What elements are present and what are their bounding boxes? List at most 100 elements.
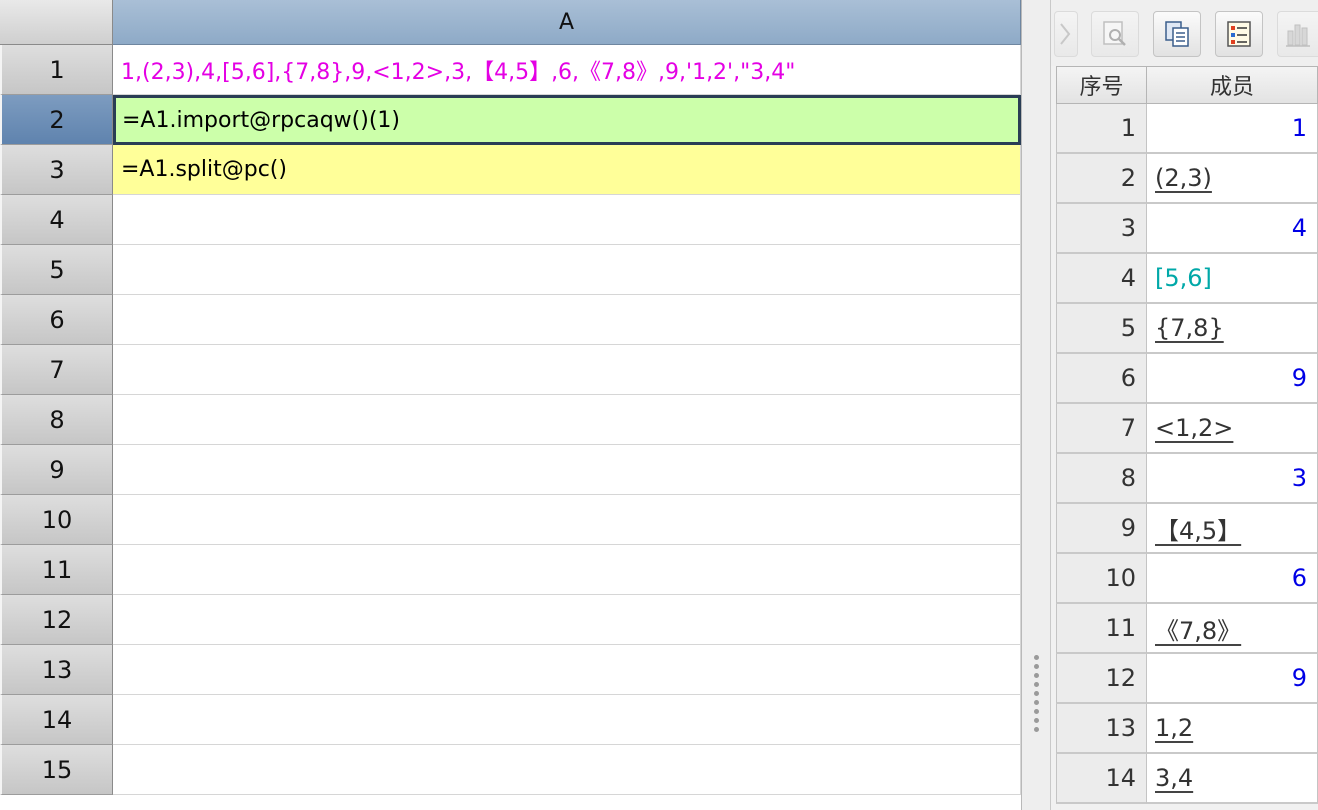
member-row[interactable]: 2 (2,3) <box>1056 154 1318 204</box>
row-header[interactable]: 9 <box>0 445 113 495</box>
grid-row: 6 <box>0 295 1021 345</box>
panel-splitter[interactable] <box>1021 0 1051 810</box>
splitter-grip-icon[interactable] <box>1032 655 1040 732</box>
arrow-icon <box>1060 23 1071 45</box>
grid-row: 7 <box>0 345 1021 395</box>
cell-a13[interactable] <box>113 645 1021 695</box>
table-view-button[interactable] <box>1215 11 1263 57</box>
member-index: 6 <box>1056 354 1147 404</box>
cell-a2[interactable]: =A1.import@rpcaqw()(1) <box>113 95 1021 145</box>
member-index: 1 <box>1056 104 1147 154</box>
member-value-text[interactable]: 【4,5】 <box>1155 511 1241 546</box>
select-all-corner[interactable] <box>0 0 113 45</box>
row-header[interactable]: 15 <box>0 745 113 795</box>
column-header-a[interactable]: A <box>113 0 1021 45</box>
member-value-link[interactable]: 【4,5】 <box>1147 504 1318 554</box>
row-header[interactable]: 2 <box>0 95 113 145</box>
member-row[interactable]: 9 【4,5】 <box>1056 504 1318 554</box>
member-value-link[interactable]: 1,2 <box>1147 704 1318 754</box>
row-header[interactable]: 3 <box>0 145 113 195</box>
chart-button[interactable] <box>1277 11 1318 57</box>
cell-a1[interactable]: 1,(2,3),4,[5,6],{7,8},9,<1,2>,3,【4,5】,6,… <box>113 45 1021 95</box>
member-index: 12 <box>1056 654 1147 704</box>
member-index: 4 <box>1056 254 1147 304</box>
cell-a11[interactable] <box>113 545 1021 595</box>
member-row[interactable]: 5 {7,8} <box>1056 304 1318 354</box>
cell-a7[interactable] <box>113 345 1021 395</box>
cell-a14[interactable] <box>113 695 1021 745</box>
grid-row: 10 <box>0 495 1021 545</box>
grid-rows: 1 1,(2,3),4,[5,6],{7,8},9,<1,2>,3,【4,5】,6… <box>0 45 1021 795</box>
member-row[interactable]: 11 <box>1056 104 1318 154</box>
row-header[interactable]: 6 <box>0 295 113 345</box>
member-row[interactable]: 83 <box>1056 454 1318 504</box>
copy-button[interactable] <box>1153 11 1201 57</box>
member-value-text[interactable]: 3,4 <box>1155 764 1193 792</box>
member-value[interactable]: 9 <box>1147 354 1318 404</box>
grid-row: 3 =A1.split@pc() <box>0 145 1021 195</box>
row-header[interactable]: 10 <box>0 495 113 545</box>
member-value-text[interactable]: {7,8} <box>1155 314 1224 342</box>
member-value-link[interactable]: [5,6] <box>1147 254 1318 304</box>
member-row[interactable]: 11 《7,8》 <box>1056 604 1318 654</box>
grid-row: 14 <box>0 695 1021 745</box>
member-value-text[interactable]: (2,3) <box>1155 164 1212 192</box>
member-value[interactable]: 3 <box>1147 454 1318 504</box>
cell-a5[interactable] <box>113 245 1021 295</box>
member-value[interactable]: 4 <box>1147 204 1318 254</box>
member-value-text[interactable]: <1,2> <box>1155 414 1233 442</box>
member-value[interactable]: 9 <box>1147 654 1318 704</box>
member-value-link[interactable]: 《7,8》 <box>1147 604 1318 654</box>
magnifier-icon <box>1103 21 1126 46</box>
member-row[interactable]: 4 [5,6] <box>1056 254 1318 304</box>
member-value-text[interactable]: 《7,8》 <box>1155 611 1241 646</box>
member-index: 5 <box>1056 304 1147 354</box>
row-header[interactable]: 1 <box>0 45 113 95</box>
member-value-text[interactable]: 1,2 <box>1155 714 1193 742</box>
member-column-header[interactable]: 成员 <box>1147 66 1318 104</box>
cell-a6[interactable] <box>113 295 1021 345</box>
member-index: 13 <box>1056 704 1147 754</box>
cell-a15[interactable] <box>113 745 1021 795</box>
grid-row: 8 <box>0 395 1021 445</box>
member-row[interactable]: 14 3,4 <box>1056 754 1318 804</box>
member-row[interactable]: 69 <box>1056 354 1318 404</box>
member-row[interactable]: 7 <1,2> <box>1056 404 1318 454</box>
row-header[interactable]: 4 <box>0 195 113 245</box>
preview-button[interactable] <box>1091 11 1139 57</box>
member-value-link[interactable]: 3,4 <box>1147 754 1318 804</box>
member-table: 序号 成员 1 1 2 (2,3) 3 4 4 [5,6] 5 {7,8} 6 9 7 <1,2> 8 3 9 【… <box>1056 66 1318 804</box>
member-row[interactable]: 34 <box>1056 204 1318 254</box>
value-toolbar <box>1051 0 1318 66</box>
member-value[interactable]: 1 <box>1147 104 1318 154</box>
row-header[interactable]: 11 <box>0 545 113 595</box>
row-header[interactable]: 7 <box>0 345 113 395</box>
member-row[interactable]: 10 6 <box>1056 554 1318 604</box>
row-header[interactable]: 8 <box>0 395 113 445</box>
row-header[interactable]: 12 <box>0 595 113 645</box>
cell-a9[interactable] <box>113 445 1021 495</box>
member-value-text[interactable]: [5,6] <box>1155 264 1212 292</box>
member-value-link[interactable]: <1,2> <box>1147 404 1318 454</box>
index-column-header[interactable]: 序号 <box>1056 66 1147 104</box>
cell-a3[interactable]: =A1.split@pc() <box>113 145 1021 195</box>
copy-icon <box>1165 21 1189 47</box>
row-header[interactable]: 14 <box>0 695 113 745</box>
grid-row: 5 <box>0 245 1021 295</box>
member-index: 8 <box>1056 454 1147 504</box>
cell-a12[interactable] <box>113 595 1021 645</box>
member-value-link[interactable]: (2,3) <box>1147 154 1318 204</box>
member-value-link[interactable]: {7,8} <box>1147 304 1318 354</box>
member-row[interactable]: 13 1,2 <box>1056 704 1318 754</box>
member-value[interactable]: 6 <box>1147 554 1318 604</box>
cell-grid: A 1 1,(2,3),4,[5,6],{7,8},9,<1,2>,3,【4,5】… <box>0 0 1024 810</box>
cell-a10[interactable] <box>113 495 1021 545</box>
row-header[interactable]: 13 <box>0 645 113 695</box>
cell-a4[interactable] <box>113 195 1021 245</box>
member-row[interactable]: 12 9 <box>1056 654 1318 704</box>
row-header[interactable]: 5 <box>0 245 113 295</box>
cell-a8[interactable] <box>113 395 1021 445</box>
chart-icon <box>1286 24 1310 47</box>
collapse-button[interactable] <box>1054 11 1078 57</box>
member-index: 10 <box>1056 554 1147 604</box>
